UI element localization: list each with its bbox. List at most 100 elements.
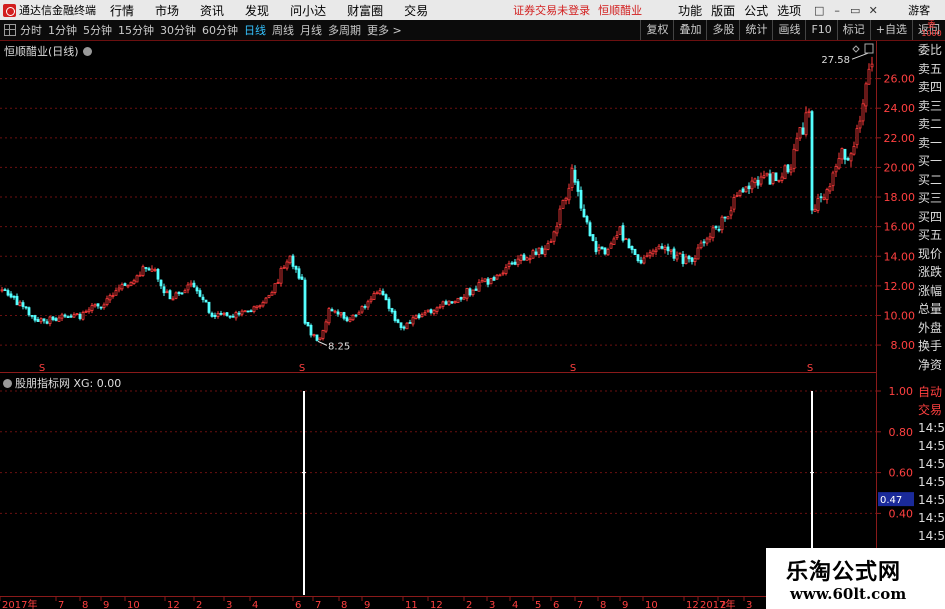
tool-f10[interactable]: F10 (805, 20, 836, 40)
candle-body (255, 305, 259, 309)
candle-body (813, 208, 817, 212)
menu-zixun[interactable]: 资讯 (200, 2, 224, 19)
candle-body (789, 168, 793, 173)
tool-biaoji[interactable]: 标记 (836, 20, 870, 40)
tool-diejia[interactable]: 叠加 (673, 20, 706, 40)
period-30min[interactable]: 30分钟 (160, 22, 196, 38)
candle-body (294, 265, 298, 270)
tool-duogu[interactable]: 多股 (706, 20, 739, 40)
candle-body (384, 294, 388, 301)
period-daily[interactable]: 日线 (244, 22, 266, 38)
candle-body (15, 295, 19, 306)
candle-body (249, 310, 253, 313)
trade-login-notice[interactable]: 证券交易未登录 (513, 2, 590, 18)
panel-toggle-icon[interactable] (864, 43, 874, 54)
event-marker[interactable]: S (570, 363, 576, 374)
price-tick-label: 10.00 (884, 309, 916, 322)
candle-body (696, 247, 700, 260)
candle-body (327, 308, 331, 324)
candle-body (501, 272, 505, 275)
candle-body (306, 321, 310, 327)
tool-tongji[interactable]: 统计 (739, 20, 772, 40)
quote-label: 卖一 (918, 135, 943, 150)
menu-caifuquan[interactable]: 财富圈 (347, 2, 383, 19)
candle-body (537, 247, 541, 255)
candle-body (564, 197, 568, 201)
period-weekly[interactable]: 周线 (272, 22, 294, 38)
candle-body (240, 310, 244, 315)
candle-body (807, 110, 811, 113)
menu-hangqing[interactable]: 行情 (110, 2, 134, 19)
minimize-icon[interactable]: – (828, 4, 846, 17)
event-marker[interactable]: S (807, 363, 813, 374)
candle-body (222, 312, 226, 315)
restore-icon[interactable]: □ (810, 4, 828, 17)
candle-body (429, 309, 433, 313)
chart-settings-icon[interactable] (82, 46, 92, 56)
candle-body (177, 291, 181, 294)
app-logo-box: 通达信金融终端 (0, 2, 103, 18)
candle-body (588, 222, 592, 237)
period-fenshi[interactable]: 分时 (20, 22, 42, 38)
candle-body (51, 316, 55, 320)
diamond-icon[interactable] (852, 45, 860, 53)
close-icon[interactable]: ✕ (864, 4, 882, 17)
indicator-svg[interactable] (0, 373, 876, 595)
kline-chart-panel[interactable]: 27.58 8.25 S S S S 恒顺醋业(日线) (0, 41, 876, 374)
maximize-icon[interactable]: ▭ (846, 4, 864, 17)
period-monthly[interactable]: 月线 (300, 22, 322, 38)
menu-banmian[interactable]: 版面 (711, 2, 735, 19)
layout-grid-icon[interactable] (4, 24, 16, 36)
candle-body (660, 246, 664, 249)
period-15min[interactable]: 15分钟 (118, 22, 154, 38)
period-60min[interactable]: 60分钟 (202, 22, 238, 38)
quote-label: 涨幅 (918, 283, 943, 298)
period-5min[interactable]: 5分钟 (83, 22, 112, 38)
candle-body (411, 317, 415, 325)
tool-add-watchlist[interactable]: +自选 (869, 20, 912, 40)
candle-body (708, 236, 712, 240)
candle-body (48, 316, 52, 325)
indicator-tick-label: 0.40 (889, 507, 914, 520)
tool-fuquan[interactable]: 复权 (640, 20, 673, 40)
candle-body (606, 249, 610, 256)
event-marker[interactable]: S (39, 363, 45, 374)
period-1min[interactable]: 1分钟 (48, 22, 77, 38)
candle-body (468, 288, 472, 296)
candle-body (768, 173, 772, 185)
candle-body (504, 267, 508, 274)
candle-body (321, 330, 325, 339)
indicator-settings-icon[interactable] (3, 378, 12, 388)
menu-gongneng[interactable]: 功能 (678, 2, 702, 19)
menu-xuanxiang[interactable]: 选项 (777, 2, 801, 19)
date-tick-label: 7 (315, 600, 321, 609)
candle-body (567, 187, 571, 201)
quote-label: 外盘 (918, 320, 943, 335)
menu-gongshi[interactable]: 公式 (744, 2, 768, 19)
kline-chart-svg[interactable]: 27.58 8.25 S S S S (0, 41, 876, 374)
candle-body (225, 312, 229, 316)
candle-body (297, 268, 301, 279)
candle-body (819, 196, 823, 199)
period-multi[interactable]: 多周期 (328, 22, 361, 38)
indicator-panel[interactable]: 股朋指标网 XG: 0.00 (0, 373, 876, 595)
candle-body (330, 309, 334, 312)
candle-body (0, 289, 4, 292)
guest-user-label[interactable]: 游客 (908, 2, 930, 18)
candle-body (333, 310, 337, 313)
menu-wenxiaoda[interactable]: 问小达 (290, 2, 326, 19)
menu-faxian[interactable]: 发现 (245, 2, 269, 19)
menu-shichang[interactable]: 市场 (155, 2, 179, 19)
candle-body (183, 290, 187, 294)
tool-huaxian[interactable]: 画线 (772, 20, 805, 40)
price-tick-label: 18.00 (884, 191, 916, 204)
candle-body (744, 186, 748, 193)
quote-label: 卖二 (918, 117, 943, 131)
candle-body (849, 153, 853, 162)
event-marker[interactable]: S (299, 363, 305, 374)
candle-body (237, 312, 241, 315)
period-more[interactable]: 更多 > (367, 22, 402, 38)
candle-body (828, 186, 832, 192)
candle-body (711, 227, 715, 239)
menu-jiaoyi[interactable]: 交易 (404, 2, 428, 19)
